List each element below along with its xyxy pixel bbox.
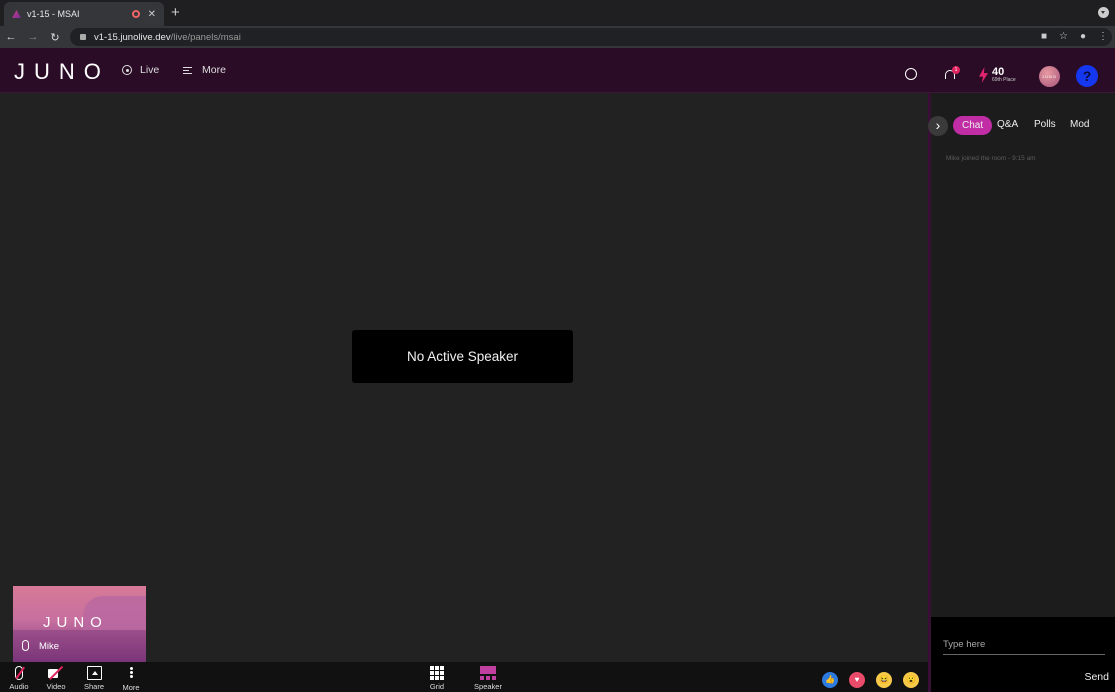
side-panel: › Chat Q&A Polls Mod Mike joined the roo… xyxy=(928,93,1115,692)
browser-tab-bar: v1-15 - MSAI ✕ + xyxy=(0,0,1115,26)
points-value: 40 xyxy=(992,66,1005,78)
nav-live[interactable]: Live xyxy=(122,64,159,76)
share-label: Share xyxy=(83,682,104,691)
participant-name: Mike xyxy=(39,641,60,652)
tile-band xyxy=(13,630,146,662)
url-path: /live/panels/msai xyxy=(170,31,241,43)
mic-off-icon xyxy=(15,666,23,680)
camera-off-icon xyxy=(48,666,64,680)
chat-system-message: Mike joined the room - 9:15 am xyxy=(946,155,1036,162)
address-bar[interactable]: v1-15.junolive.dev /live/panels/msai ■ ☆… xyxy=(70,28,1112,46)
side-panel-tabs: › Chat Q&A Polls Mod xyxy=(928,115,1115,137)
close-tab-icon[interactable]: ✕ xyxy=(148,9,156,20)
call-toolbar: Audio Video Share More Grid Speaker xyxy=(0,662,928,692)
nav-more[interactable]: More xyxy=(183,64,226,76)
juno-favicon-icon xyxy=(12,10,21,18)
address-bar-actions: ■ ☆ ● ⋮ xyxy=(1041,31,1108,42)
browser-toolbar: ← → ↻ v1-15.junolive.dev /live/panels/ms… xyxy=(0,26,1115,48)
video-label: Video xyxy=(46,682,66,691)
reaction-bar: 👍 ♥ 😆 😮 xyxy=(822,672,919,688)
juno-logo[interactable]: JUNO xyxy=(14,59,110,85)
notification-badge: 1 xyxy=(952,66,960,74)
nav-more-label: More xyxy=(202,64,226,76)
video-button[interactable]: Video xyxy=(44,666,68,691)
tab-title: v1-15 - MSAI xyxy=(27,9,80,19)
self-video-tile[interactable]: JUNO Mike xyxy=(13,586,146,662)
forward-icon[interactable]: → xyxy=(22,31,44,43)
video-stage: No Active Speaker JUNO Mike xyxy=(0,93,928,662)
url-host: v1-15.junolive.dev xyxy=(94,31,171,43)
browser-tab[interactable]: v1-15 - MSAI ✕ xyxy=(4,2,164,26)
collapse-panel-chevron-icon[interactable]: › xyxy=(928,116,948,136)
lock-icon xyxy=(80,34,86,40)
recording-icon xyxy=(131,10,140,18)
help-button[interactable]: ? xyxy=(1076,65,1098,87)
tile-logo: JUNO xyxy=(43,614,108,631)
grid-label: Grid xyxy=(429,682,445,691)
bookmark-star-icon[interactable]: ☆ xyxy=(1059,31,1068,42)
speaker-view-icon xyxy=(480,666,496,680)
more-label: More xyxy=(122,683,140,692)
profile-icon[interactable]: ● xyxy=(1080,31,1086,42)
share-button[interactable]: Share xyxy=(82,666,106,691)
speaker-label: Speaker xyxy=(474,682,502,691)
like-reaction-icon[interactable]: 👍 xyxy=(822,672,838,688)
user-avatar[interactable]: JUNO xyxy=(1039,66,1060,87)
haha-reaction-icon[interactable]: 😆 xyxy=(876,672,892,688)
chat-compose-area: Send xyxy=(931,617,1115,692)
app-window: v1-15 - MSAI ✕ + ← → ↻ v1-15.junolive.de… xyxy=(0,0,1115,692)
tab-chat[interactable]: Chat xyxy=(953,116,993,135)
grid-view-button[interactable]: Grid xyxy=(426,666,448,691)
audio-label: Audio xyxy=(9,682,29,691)
kebab-menu-icon xyxy=(129,667,133,681)
reload-icon[interactable]: ↻ xyxy=(44,31,66,44)
wow-reaction-icon[interactable]: 😮 xyxy=(903,672,919,688)
points-display[interactable]: 40 69th Place xyxy=(979,67,1016,83)
nav-live-label: Live xyxy=(140,64,160,76)
chat-input[interactable] xyxy=(943,635,1105,655)
camera-icon[interactable]: ■ xyxy=(1041,31,1047,42)
mic-muted-icon xyxy=(22,640,29,651)
notifications-button[interactable]: 1 xyxy=(944,66,960,80)
send-button[interactable]: Send xyxy=(1084,671,1109,683)
tab-mod[interactable]: Mod xyxy=(1070,119,1089,130)
menu-lines-icon xyxy=(183,65,192,76)
new-tab-button[interactable]: + xyxy=(171,4,180,21)
browser-menu-icon[interactable]: ⋮ xyxy=(1098,31,1108,42)
speaker-view-button[interactable]: Speaker xyxy=(471,666,505,691)
screen-share-icon xyxy=(86,666,102,680)
back-icon[interactable]: ← xyxy=(0,31,22,43)
no-active-speaker-message: No Active Speaker xyxy=(352,330,573,383)
window-menu-icon[interactable] xyxy=(1098,7,1109,18)
grid-icon xyxy=(430,666,444,680)
love-reaction-icon[interactable]: ♥ xyxy=(849,672,865,688)
tab-qa[interactable]: Q&A xyxy=(997,119,1018,130)
live-radio-icon xyxy=(122,65,132,75)
app-header: JUNO Live More 1 40 69th Place JUNO ? xyxy=(0,48,1115,93)
audio-button[interactable]: Audio xyxy=(8,666,30,691)
tab-polls[interactable]: Polls xyxy=(1034,119,1056,130)
more-button[interactable]: More xyxy=(119,666,143,692)
lightning-icon xyxy=(979,67,988,83)
search-icon[interactable] xyxy=(905,68,917,80)
leaderboard-place: 69th Place xyxy=(992,77,1016,83)
